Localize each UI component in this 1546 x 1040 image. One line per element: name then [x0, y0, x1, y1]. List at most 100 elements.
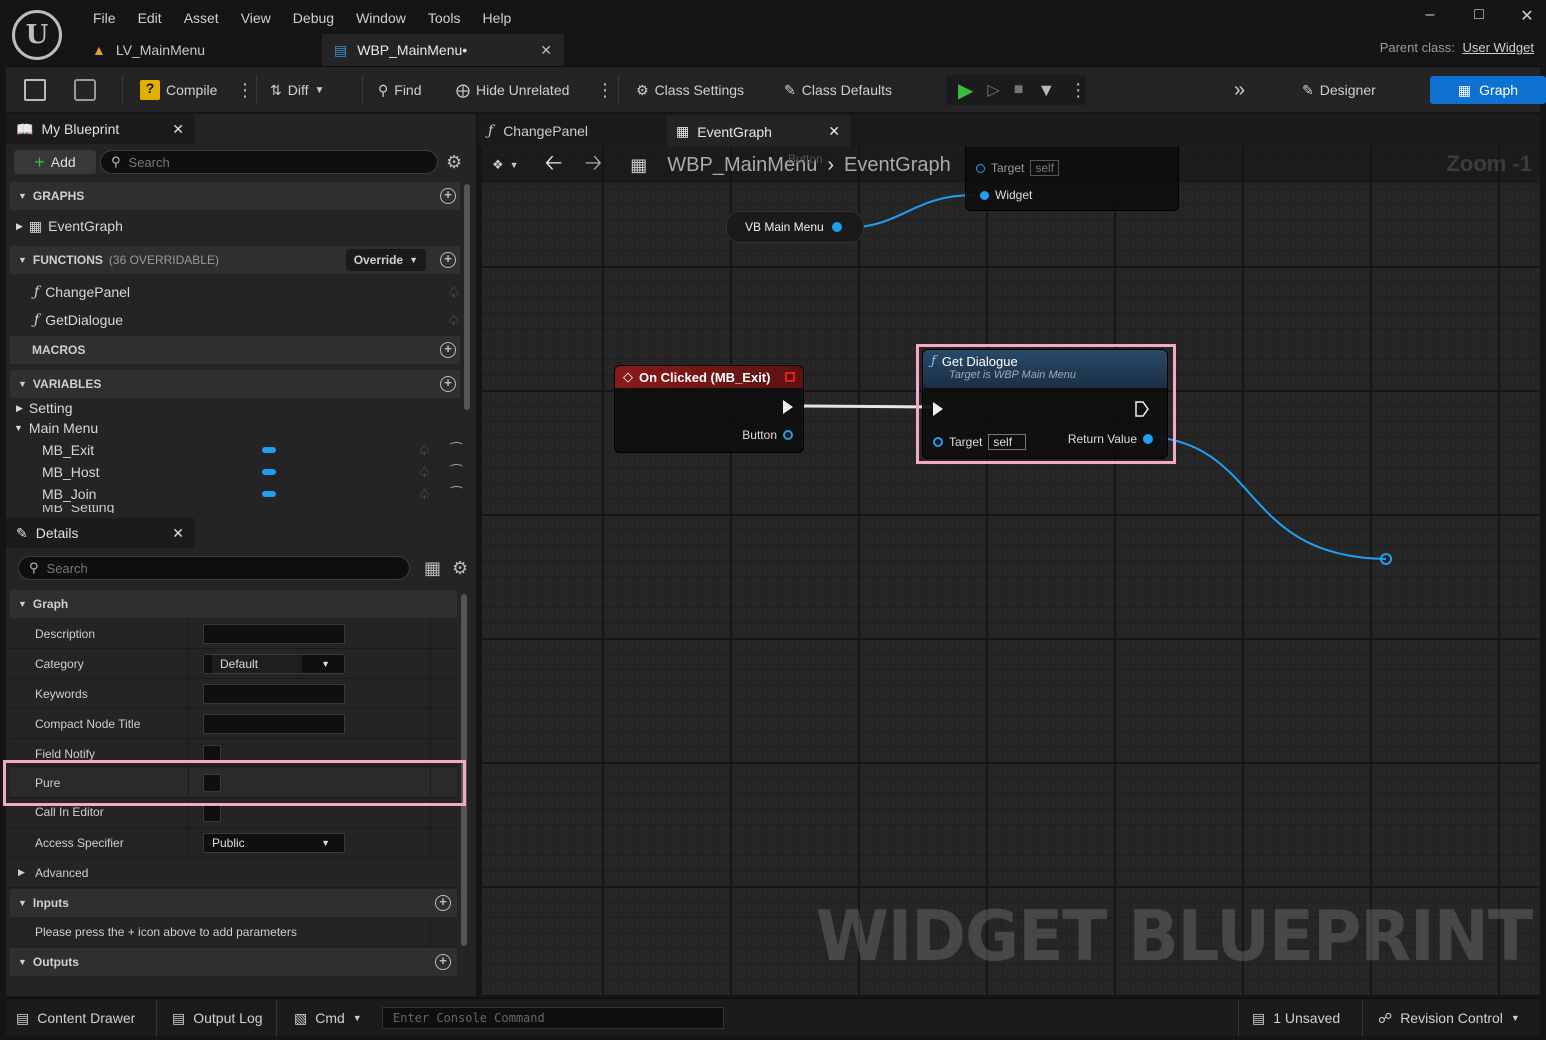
graphs-section[interactable]: ▼ GRAPHS + [10, 182, 460, 210]
function-item-changepanel[interactable]: ƒ ChangePanel ♤ [34, 280, 460, 304]
diff-button[interactable]: ⇅ Diff ▼ [270, 77, 324, 103]
pin-default-value[interactable]: self [1030, 160, 1060, 176]
menu-tools[interactable]: Tools [417, 10, 472, 26]
visibility-eye-icon[interactable]: ⁀ [451, 464, 462, 481]
settings-gear-icon[interactable]: ⚙ [452, 558, 468, 579]
node-vb-main-menu[interactable]: VB Main Menu [726, 211, 864, 243]
compile-button[interactable]: ? Compile [140, 77, 217, 103]
output-log-button[interactable]: ▤ Output Log [172, 1007, 263, 1029]
inputs-section[interactable]: ▼ Inputs + [10, 889, 457, 917]
expand-toolbar-icon[interactable]: » [1234, 79, 1245, 102]
hide-unrelated-button[interactable]: ⨁ Hide Unrelated [456, 77, 569, 103]
blueprint-search-input[interactable]: ⚲ Search [100, 150, 438, 174]
event-graph-item[interactable]: ▶ ▦ EventGraph [16, 214, 123, 238]
compact-title-field[interactable] [203, 714, 345, 734]
menu-debug[interactable]: Debug [282, 10, 345, 26]
revision-control-button[interactable]: ☍ Revision Control ▼ [1378, 1007, 1520, 1029]
eject-icon[interactable]: ▼ [1037, 80, 1055, 101]
graph-button[interactable]: ▦ Graph [1430, 76, 1546, 104]
bell-icon[interactable]: ♤ [447, 284, 460, 301]
node-on-clicked[interactable]: ◇ On Clicked (MB_Exit) Button [614, 365, 804, 453]
class-defaults-button[interactable]: ✎ Class Defaults [784, 77, 892, 103]
close-tab-icon[interactable]: ✕ [172, 525, 184, 542]
variable-item[interactable]: MB_Join ♤ ⁀ [42, 483, 462, 505]
menu-file[interactable]: File [82, 10, 127, 26]
step-icon[interactable]: ▷ [987, 80, 999, 100]
menu-help[interactable]: Help [472, 10, 523, 26]
details-search-input[interactable]: ⚲ Search [18, 556, 410, 580]
variable-item-clipped[interactable]: MB_Setting [42, 505, 462, 513]
play-icon[interactable]: ▶ [958, 78, 973, 103]
find-button[interactable]: ⚲ Find [378, 77, 422, 103]
details-tab[interactable]: ✎ Details ✕ [6, 518, 194, 548]
designer-button[interactable]: ✎ Designer [1302, 77, 1376, 103]
category-main-menu[interactable]: ▼ Main Menu [14, 418, 98, 438]
details-graph-section[interactable]: ▼ Graph [10, 590, 457, 618]
add-variable-icon[interactable]: + [440, 376, 456, 392]
macros-section[interactable]: MACROS + [10, 336, 460, 364]
bell-icon[interactable]: ♤ [418, 486, 431, 503]
compile-options-icon[interactable]: ⋮ [236, 81, 254, 99]
keywords-field[interactable] [203, 684, 345, 704]
blueprint-scrollbar[interactable] [464, 184, 470, 410]
play-options-icon[interactable]: ⋮ [1069, 81, 1087, 99]
bell-icon[interactable]: ♤ [447, 312, 460, 329]
visibility-eye-icon[interactable]: ⁀ [451, 486, 462, 503]
menu-window[interactable]: Window [345, 10, 417, 26]
graph-tab-changepanel[interactable]: ƒ ChangePanel [478, 116, 658, 146]
pin-target[interactable]: Target self [976, 160, 1060, 176]
function-item-getdialogue[interactable]: ƒ GetDialogue ♤ [34, 308, 460, 332]
description-field[interactable] [203, 624, 345, 644]
unsaved-button[interactable]: ▤ 1 Unsaved [1252, 1007, 1340, 1029]
call-in-editor-checkbox[interactable] [203, 804, 221, 822]
category-dropdown[interactable]: Default ▼ [203, 654, 345, 674]
variable-item[interactable]: MB_Host ♤ ⁀ [42, 461, 462, 483]
add-output-icon[interactable]: + [435, 954, 451, 970]
menu-view[interactable]: View [230, 10, 282, 26]
pin-widget[interactable]: Widget [980, 188, 1032, 202]
console-input[interactable]: Enter Console Command [382, 1007, 724, 1029]
cmd-dropdown[interactable]: ▧ Cmd ▼ [294, 1007, 362, 1029]
variable-item[interactable]: MB_Exit ♤ ⁀ [42, 439, 462, 461]
close-window-icon[interactable]: ✕ [1505, 6, 1546, 28]
functions-section[interactable]: ▼ FUNCTIONS (36 OVERRIDABLE) Override ▼ … [10, 246, 460, 274]
pin-filled-icon[interactable] [831, 222, 842, 232]
browse-icon[interactable] [74, 79, 96, 101]
parent-class-link[interactable]: User Widget [1462, 40, 1534, 55]
category-setting[interactable]: ▶ Setting [16, 398, 73, 418]
class-settings-button[interactable]: ⚙ Class Settings [636, 77, 744, 103]
outputs-section[interactable]: ▼ Outputs + [10, 948, 457, 976]
add-macro-icon[interactable]: + [440, 342, 456, 358]
access-specifier-dropdown[interactable]: Public ▼ [203, 833, 345, 853]
doc-tab-widget[interactable]: ▤ WBP_MainMenu• ✕ [322, 34, 564, 66]
pin-button[interactable]: Button [742, 428, 793, 442]
bell-icon[interactable]: ♤ [418, 464, 431, 481]
menu-asset[interactable]: Asset [173, 10, 230, 26]
node-partial-top[interactable]: Button Target self Widget [788, 147, 1179, 211]
bell-icon[interactable]: ♤ [418, 442, 431, 459]
find-options-icon[interactable]: ⋮ [596, 81, 614, 99]
visibility-eye-icon[interactable]: ⁀ [451, 442, 462, 459]
settings-gear-icon[interactable]: ⚙ [446, 152, 462, 173]
advanced-row[interactable]: ▶ Advanced [10, 858, 457, 888]
close-tab-icon[interactable]: ✕ [172, 121, 184, 138]
variables-section[interactable]: ▼ VARIABLES + [10, 370, 460, 398]
save-icon[interactable] [24, 79, 46, 101]
content-drawer-button[interactable]: ▤ Content Drawer [16, 1007, 135, 1029]
close-tab-icon[interactable]: ✕ [828, 123, 840, 140]
menu-edit[interactable]: Edit [127, 10, 173, 26]
add-function-icon[interactable]: + [440, 252, 456, 268]
unreal-logo-icon[interactable]: U [12, 10, 62, 60]
graph-tab-eventgraph[interactable]: ▦ EventGraph ✕ [666, 116, 850, 147]
add-input-icon[interactable]: + [435, 895, 451, 911]
override-dropdown[interactable]: Override ▼ [345, 249, 426, 271]
table-view-icon[interactable]: ▦ [424, 558, 441, 579]
doc-tab-level[interactable]: ▲ LV_MainMenu [80, 34, 310, 66]
minimize-icon[interactable]: – [1408, 6, 1452, 28]
add-button[interactable]: + Add [14, 150, 96, 174]
exec-out-pin-icon[interactable] [783, 400, 793, 414]
graph-canvas[interactable]: ❖ ▼ 🡠 🡢 ▦ WBP_MainMenu › EventGraph Zoom… [482, 147, 1540, 995]
add-graph-icon[interactable]: + [440, 188, 456, 204]
stop-icon[interactable]: ■ [1014, 81, 1024, 99]
maximize-icon[interactable]: □ [1457, 6, 1501, 28]
